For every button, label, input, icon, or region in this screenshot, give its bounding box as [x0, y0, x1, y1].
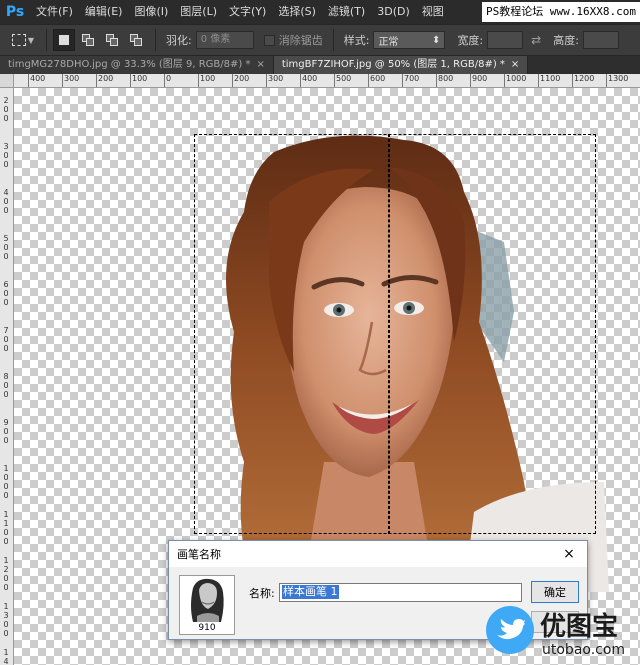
ruler-label: 600	[370, 74, 386, 83]
ruler-label: 100	[200, 74, 216, 83]
menu-image[interactable]: 图像(I)	[128, 0, 174, 24]
ruler-label: 300	[3, 142, 9, 169]
divider	[155, 29, 156, 51]
bird-icon	[497, 619, 525, 640]
ruler-label: 800	[3, 372, 9, 399]
photoshop-window: Ps 文件(F) 编辑(E) 图像(I) 图层(L) 文字(Y) 选择(S) 滤…	[0, 0, 640, 665]
photoshop-logo-icon[interactable]: Ps	[0, 0, 30, 24]
menu-3d[interactable]: 3D(D)	[371, 0, 416, 24]
menu-edit[interactable]: 编辑(E)	[79, 0, 129, 24]
menu-view[interactable]: 视图	[416, 0, 450, 24]
updown-icon: ⬍	[432, 34, 441, 46]
site-watermark: 优图宝 utobao.com	[484, 604, 640, 665]
portrait-layer	[226, 135, 609, 592]
ruler-label: 400	[30, 74, 46, 83]
watermark-url: utobao.com	[542, 642, 626, 658]
ruler-label: 400	[3, 188, 9, 215]
subtract-selection-icon	[105, 34, 119, 46]
antialias-checkbox[interactable]	[263, 34, 275, 46]
ruler-label: 1400	[3, 648, 9, 665]
ruler-label: 200	[3, 96, 9, 123]
ruler-label: 700	[404, 74, 420, 83]
ruler-label: 500	[336, 74, 352, 83]
intersect-selection-button[interactable]	[125, 29, 147, 51]
close-icon[interactable]: ×	[559, 544, 579, 564]
swap-arrows-icon[interactable]: ⇄	[531, 33, 541, 47]
close-icon[interactable]: ×	[256, 56, 264, 74]
tab-label: timgMG278DHO.jpg @ 33.3% (图层 9, RGB/8#) …	[8, 59, 251, 70]
ruler-label: 1300	[608, 74, 629, 83]
antialias-label: 消除锯齿	[278, 34, 323, 47]
subtract-selection-button[interactable]	[101, 29, 123, 51]
tab-document-2[interactable]: timgBF7ZIHOF.jpg @ 50% (图层 1, RGB/8#) * …	[273, 56, 529, 74]
ruler-label: 400	[302, 74, 318, 83]
forum-watermark: PS教程论坛 www.16XX8.com	[482, 2, 640, 22]
menu-select[interactable]: 选择(S)	[272, 0, 322, 24]
close-icon[interactable]: ×	[511, 56, 519, 74]
ruler-label: 800	[438, 74, 454, 83]
watermark-brand: 优图宝	[540, 612, 619, 642]
menu-filter[interactable]: 滤镜(T)	[322, 0, 371, 24]
brush-preview-image	[191, 578, 224, 622]
ruler-label: 600	[3, 280, 9, 307]
ruler-origin[interactable]	[0, 74, 14, 88]
ruler-label: 200	[234, 74, 250, 83]
new-selection-button[interactable]	[53, 29, 75, 51]
ruler-label: 300	[268, 74, 284, 83]
chevron-down-icon: ▼	[27, 35, 35, 45]
dialog-title: 画笔名称	[177, 548, 221, 561]
dialog-titlebar[interactable]: 画笔名称 ×	[169, 541, 587, 567]
ruler-label: 100	[132, 74, 148, 83]
style-label: 样式:	[343, 34, 370, 47]
ruler-label: 1200	[3, 556, 9, 592]
width-label: 宽度:	[457, 34, 484, 47]
add-selection-button[interactable]	[77, 29, 99, 51]
document-tabs: timgMG278DHO.jpg @ 33.3% (图层 9, RGB/8#) …	[0, 56, 640, 74]
ruler-label: 900	[3, 418, 9, 445]
menu-file[interactable]: 文件(F)	[30, 0, 79, 24]
bird-logo-icon	[486, 606, 534, 654]
ruler-label: 1100	[3, 510, 9, 546]
ruler-label: 500	[3, 234, 9, 261]
brush-thumbnail: 910	[179, 575, 235, 635]
intersect-selection-icon	[129, 34, 143, 46]
feather-input[interactable]: 0 像素	[195, 31, 254, 49]
height-label: 高度:	[553, 34, 579, 47]
tab-label: timgBF7ZIHOF.jpg @ 50% (图层 1, RGB/8#) *	[281, 59, 505, 70]
menu-type[interactable]: 文字(Y)	[223, 0, 272, 24]
style-select-value: 正常	[378, 36, 399, 48]
ruler-label: 700	[3, 326, 9, 353]
brush-name-input[interactable]: 样本画笔 1	[279, 583, 522, 602]
ruler-label: 1100	[540, 74, 561, 83]
ruler-label: 1000	[506, 74, 527, 83]
new-selection-icon	[59, 35, 69, 45]
tool-preset-picker[interactable]: ▼	[6, 27, 40, 53]
feather-label: 羽化:	[166, 34, 192, 47]
tab-document-1[interactable]: timgMG278DHO.jpg @ 33.3% (图层 9, RGB/8#) …	[0, 56, 274, 74]
rect-marquee-icon	[11, 34, 26, 46]
options-bar: ▼ 羽化: 0 像素 消除锯齿 样式: 正常 ⬍ 宽度: ⇄ 高度:	[0, 24, 640, 56]
divider	[46, 29, 47, 51]
vertical-ruler[interactable]: 200 300 400 500 600 700 800 900 1000 1100 1200 1300…	[0, 88, 14, 665]
ruler-label: 300	[64, 74, 80, 83]
add-selection-icon	[81, 34, 95, 46]
menu-bar: Ps 文件(F) 编辑(E) 图像(I) 图层(L) 文字(Y) 选择(S) 滤…	[0, 0, 640, 24]
ruler-label: 900	[472, 74, 488, 83]
ruler-label: 0	[166, 74, 172, 83]
height-input[interactable]	[582, 31, 619, 49]
brush-size-label: 910	[198, 623, 216, 633]
ruler-label: 1000	[3, 464, 9, 500]
horizontal-ruler[interactable]: 400 300 200 100 0 100 200 300 400 500 600 700 800 900…	[14, 74, 640, 88]
name-label: 名称:	[249, 587, 275, 600]
ok-button[interactable]: 确定	[531, 581, 579, 603]
divider	[332, 29, 334, 51]
ruler-label: 200	[98, 74, 114, 83]
style-select[interactable]: 正常 ⬍	[373, 31, 446, 49]
brush-name-value: 样本画笔 1	[282, 585, 339, 599]
menu-layer[interactable]: 图层(L)	[174, 0, 223, 24]
ruler-label: 1300	[3, 602, 9, 638]
ruler-label: 1200	[574, 74, 595, 83]
width-input[interactable]	[487, 31, 524, 49]
